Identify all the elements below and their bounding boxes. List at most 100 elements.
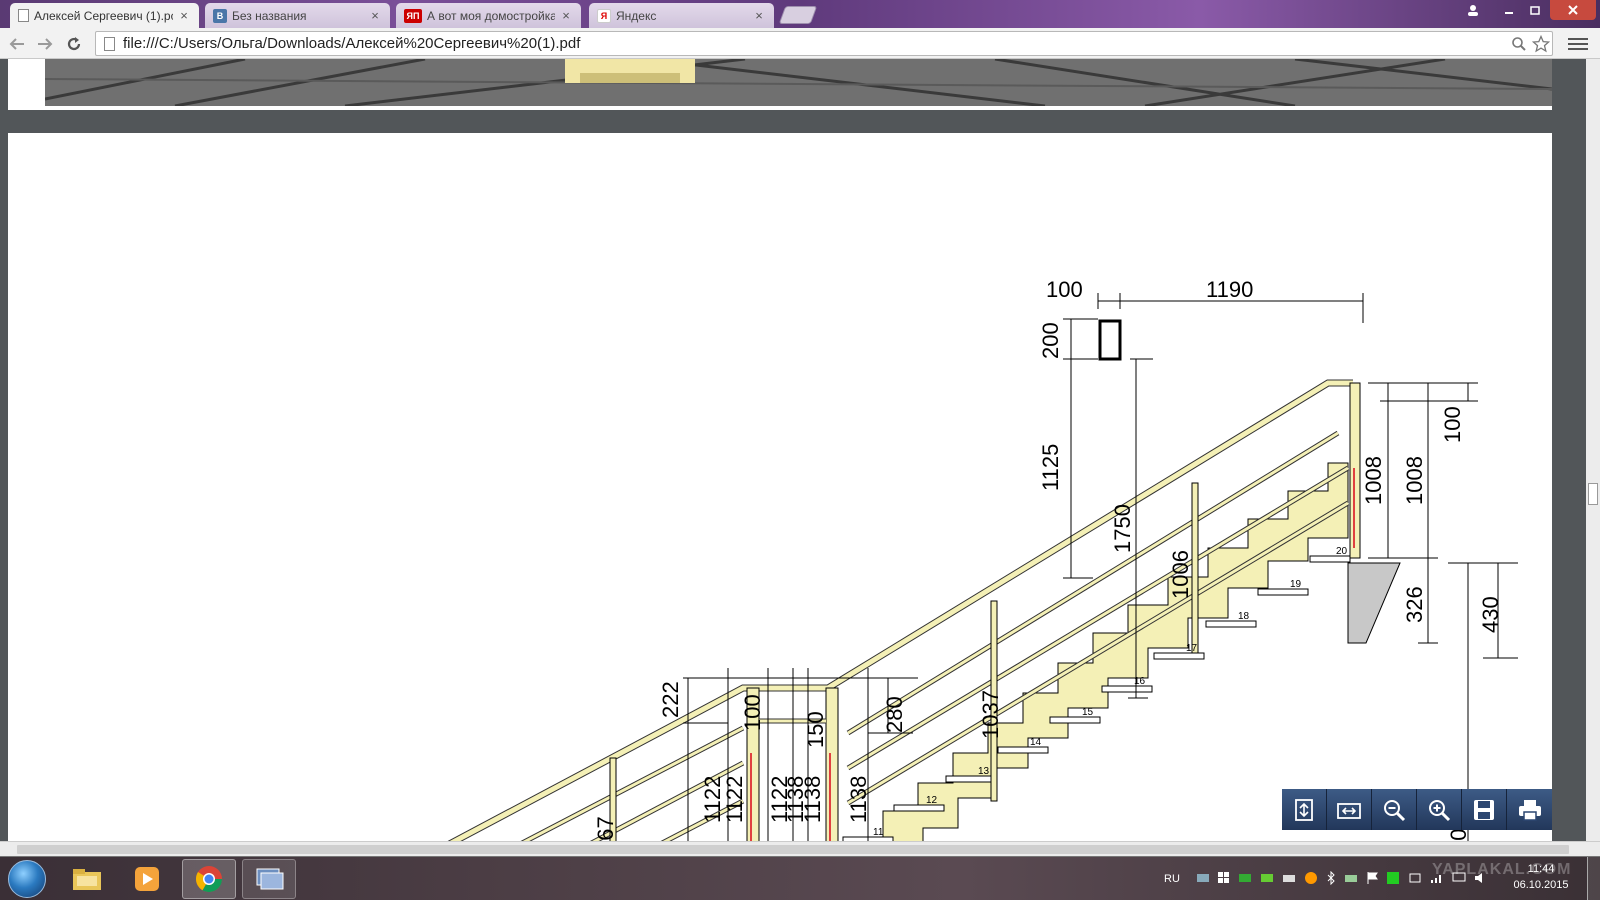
yandex-icon: Я	[597, 8, 611, 23]
dim-text: 200	[1038, 322, 1063, 359]
url-text: file:///C:/Users/Ольга/Downloads/Алексей…	[123, 35, 581, 52]
bookmark-star-icon[interactable]	[1530, 33, 1552, 55]
minimize-icon[interactable]	[1496, 0, 1522, 20]
close-icon[interactable]: ×	[368, 8, 382, 23]
tray-drive-icon[interactable]	[1282, 872, 1296, 887]
tab-pdf[interactable]: Алексей Сергеевич (1).pc ×	[10, 3, 199, 28]
address-bar[interactable]: file:///C:/Users/Ольга/Downloads/Алексей…	[95, 31, 1553, 56]
dim-text: 1138	[846, 776, 871, 823]
fit-width-icon	[1337, 802, 1361, 819]
pdf-toolbar	[1282, 789, 1552, 830]
step-number: 15	[1082, 707, 1094, 718]
screen: Алексей Сергеевич (1).pc × В Без названи…	[0, 0, 1600, 900]
menu-hamburger-icon[interactable]	[1568, 34, 1588, 54]
tray-bluetooth-icon[interactable]	[1326, 870, 1336, 888]
scrollbar-thumb[interactable]	[1588, 483, 1598, 505]
tray-security-icon[interactable]	[1238, 872, 1252, 887]
dim-text: 430	[1478, 596, 1503, 633]
dim-text: 1138	[800, 776, 825, 823]
dim-text: 1008	[1402, 456, 1427, 505]
print-icon	[1518, 799, 1541, 821]
step-number: 12	[926, 795, 938, 806]
window-close-icon[interactable]	[1550, 0, 1596, 20]
dim-text: 100	[740, 694, 765, 731]
dim-text: 100	[1440, 406, 1465, 443]
start-button[interactable]	[8, 860, 46, 898]
tray-odnoklassniki-icon[interactable]	[1304, 871, 1318, 888]
print-button[interactable]	[1507, 789, 1552, 830]
dim-text: 1190	[1206, 277, 1253, 302]
close-icon[interactable]: ×	[752, 8, 766, 23]
close-icon[interactable]: ×	[177, 8, 191, 23]
tray-usb-icon[interactable]	[1344, 872, 1358, 887]
vertical-scrollbar[interactable]	[1586, 59, 1600, 841]
tab-strip: Алексей Сергеевич (1).pc × В Без названи…	[0, 0, 1600, 28]
dim-text: 1008	[1361, 456, 1386, 505]
browser-toolbar: file:///C:/Users/Ольга/Downloads/Алексей…	[0, 28, 1600, 59]
pdf-page-drawing: 100 1190 200 1125 1750 1008 1008 100 100…	[8, 133, 1552, 841]
fit-page-button[interactable]	[1282, 789, 1327, 830]
pdf-page-icon	[18, 9, 29, 22]
zoom-in-button[interactable]	[1417, 789, 1462, 830]
step-number: 16	[1134, 676, 1146, 687]
zoom-out-button[interactable]	[1372, 789, 1417, 830]
pdf-page	[8, 59, 1552, 110]
tab-title: Алексей Сергеевич (1).pc	[34, 8, 173, 23]
forward-arrow-icon[interactable]	[33, 32, 57, 56]
step-number: 13	[978, 766, 990, 777]
step-number: 17	[1186, 643, 1198, 654]
dim-text: 280	[882, 696, 907, 733]
show-desktop-button[interactable]	[1587, 857, 1600, 900]
new-tab-button[interactable]	[778, 6, 818, 24]
tab-title: Яндекс	[616, 8, 657, 23]
dim-text: 967	[593, 816, 618, 841]
tray-windows-icon[interactable]	[1218, 871, 1230, 887]
scrollbar-thumb[interactable]	[17, 845, 1569, 854]
step-number: 11	[873, 827, 884, 838]
dim-text: 1750	[1110, 504, 1135, 553]
clock-date: 06.10.2015	[1513, 879, 1569, 891]
step-number: 14	[1030, 737, 1042, 748]
language-indicator[interactable]: RU	[1164, 857, 1180, 900]
restore-icon[interactable]	[1522, 0, 1548, 20]
dim-text: 326	[1402, 586, 1427, 623]
window-stack-icon[interactable]	[242, 859, 296, 899]
stair-drawing: 100 1190 200 1125 1750 1008 1008 100 100…	[447, 277, 1518, 841]
fit-width-button[interactable]	[1327, 789, 1372, 830]
reload-icon[interactable]	[62, 32, 86, 56]
dim-text: 1006	[1168, 550, 1193, 599]
vk-icon: В	[213, 8, 227, 23]
tray-network-icon[interactable]	[1196, 872, 1210, 887]
back-arrow-icon[interactable]	[5, 32, 29, 56]
dim-text: 1125	[1038, 444, 1063, 491]
dim-text: 100	[1046, 277, 1083, 302]
tray-flag-icon[interactable]	[1366, 871, 1378, 888]
dim-text: 10	[1446, 829, 1471, 841]
windows-taskbar: RU 11:44 06.10.2015	[0, 856, 1600, 900]
step-number: 20	[1336, 546, 1348, 557]
zoom-in-icon	[1429, 799, 1451, 821]
chrome-icon[interactable]	[182, 859, 236, 899]
yaplakal-icon: ЯП	[404, 8, 422, 23]
tab-vk[interactable]: В Без названия ×	[205, 3, 390, 28]
dim-text: 150	[803, 711, 828, 748]
tab-title: Без названия	[232, 8, 307, 23]
dim-text: 1037	[978, 690, 1003, 739]
pdf-viewer[interactable]: 100 1190 200 1125 1750 1008 1008 100 100…	[0, 59, 1600, 841]
close-icon[interactable]: ×	[559, 8, 573, 23]
save-icon	[1474, 799, 1494, 820]
horizontal-scrollbar[interactable]	[0, 841, 1600, 856]
dim-text: 1122	[722, 776, 747, 823]
tab-yaplakal[interactable]: ЯП А вот моя домостройка - ×	[396, 3, 581, 28]
tray-device-icon[interactable]	[1408, 872, 1422, 887]
tray-green-icon[interactable]	[1386, 871, 1400, 888]
save-button[interactable]	[1462, 789, 1507, 830]
step-number: 19	[1290, 579, 1302, 590]
zoom-icon[interactable]	[1508, 33, 1530, 55]
tray-gpu-icon[interactable]	[1260, 872, 1274, 887]
explorer-icon[interactable]	[60, 859, 114, 899]
user-icon[interactable]	[1460, 0, 1486, 20]
tab-yandex[interactable]: Я Яндекс ×	[589, 3, 774, 28]
media-player-icon[interactable]	[120, 859, 174, 899]
step-number: 18	[1238, 611, 1250, 622]
